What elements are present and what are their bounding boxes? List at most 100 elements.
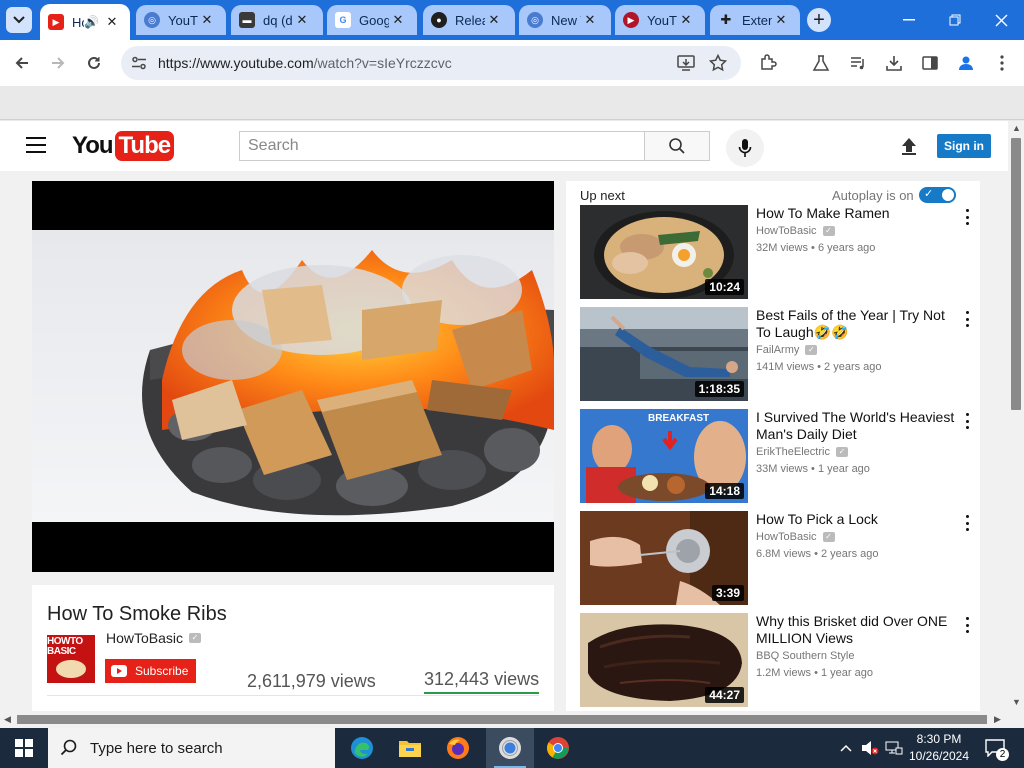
back-button[interactable] (9, 50, 35, 76)
start-button[interactable] (0, 728, 48, 768)
video-thumbnail[interactable]: BREAKFAST 14:18 (580, 409, 748, 503)
upload-button[interactable] (897, 134, 921, 158)
tab-youtube[interactable]: ◎ YouTube ✕ (136, 5, 226, 35)
video-player[interactable] (32, 181, 554, 572)
channel-name[interactable]: HowToBasic ✓ (756, 531, 835, 543)
tab-releases[interactable]: ● Releases ✕ (423, 5, 515, 35)
search-input[interactable]: Search (239, 131, 645, 161)
video-thumbnail[interactable]: 44:27 (580, 613, 748, 707)
downloads-button[interactable] (881, 50, 907, 76)
channel-name[interactable]: FailArmy ✓ (756, 344, 818, 356)
tab-new-tab[interactable]: ◎ New Tab ✕ (519, 5, 611, 35)
video-thumbnail[interactable]: 10:24 (580, 205, 748, 299)
new-tab-button[interactable]: + (807, 8, 831, 32)
tab-title: YouTube (168, 12, 198, 28)
scroll-down-icon[interactable]: ▼ (1012, 697, 1021, 707)
bookmark-star-icon[interactable] (709, 54, 727, 72)
close-icon[interactable]: ✕ (772, 11, 790, 29)
volume-button[interactable] (859, 728, 881, 768)
close-icon[interactable]: ✕ (198, 11, 216, 29)
channel-name[interactable]: HowToBasic ✓ (756, 225, 835, 237)
close-icon[interactable]: ✕ (485, 11, 503, 29)
list-item[interactable]: 1:18:35 Best Fails of the Year | Try Not… (580, 307, 980, 401)
scrollbar-thumb[interactable] (17, 715, 987, 724)
tab-extensions[interactable]: ✚ Extensions ✕ (710, 5, 800, 35)
subscribe-button[interactable]: Subscribe (105, 659, 196, 683)
forward-button[interactable] (45, 50, 71, 76)
close-icon[interactable]: ✕ (581, 11, 599, 29)
more-vert-icon[interactable] (964, 515, 970, 531)
extensions-button[interactable] (755, 50, 781, 76)
close-icon[interactable]: ✕ (677, 11, 695, 29)
firefox-icon (447, 737, 469, 759)
taskbar-clock[interactable]: 8:30 PM 10/26/2024 (905, 731, 973, 765)
scroll-up-icon[interactable]: ▲ (1012, 123, 1021, 133)
notification-center-button[interactable]: 2 (980, 728, 1010, 768)
list-item[interactable]: 3:39 How To Pick a Lock HowToBasic ✓ 6.8M… (580, 511, 980, 605)
profile-button[interactable] (953, 50, 979, 76)
minimize-button[interactable] (886, 0, 932, 40)
labs-button[interactable] (808, 50, 834, 76)
network-button[interactable] (884, 728, 904, 768)
channel-avatar[interactable]: HOWTO BASIC (47, 635, 95, 683)
menu-icon[interactable] (26, 137, 46, 153)
tab-how-to-smoke-ribs[interactable]: ▶ How To Smoke Ribs 🔊 ✕ (40, 4, 130, 40)
video-frame[interactable] (32, 230, 554, 522)
autoplay-toggle[interactable] (919, 187, 956, 203)
taskbar-app-chrome[interactable] (534, 728, 582, 768)
more-vert-icon[interactable] (964, 413, 970, 429)
taskbar-app-edge[interactable] (338, 728, 386, 768)
scroll-left-icon[interactable]: ◀ (4, 714, 11, 725)
side-panel-button[interactable] (917, 50, 943, 76)
media-controls-button[interactable] (845, 50, 871, 76)
youtube-logo[interactable]: You Tube (72, 131, 175, 161)
video-thumbnail[interactable]: 1:18:35 (580, 307, 748, 401)
more-vert-icon[interactable] (964, 209, 970, 225)
close-icon[interactable]: ✕ (103, 13, 121, 31)
video-thumbnail[interactable]: 3:39 (580, 511, 748, 605)
tab-youtube-2[interactable]: ▶ YouTube ✕ (615, 5, 705, 35)
horizontal-scrollbar[interactable]: ◀ ▶ (0, 711, 1024, 728)
channel-name[interactable]: ErikTheElectric ✓ (756, 446, 848, 458)
list-item[interactable]: 10:24 How To Make Ramen HowToBasic ✓ 32M … (580, 205, 980, 299)
vertical-scrollbar[interactable]: ▲ ▼ (1008, 121, 1024, 711)
verified-icon: ✓ (189, 633, 202, 643)
close-icon[interactable]: ✕ (293, 11, 311, 29)
speaker-icon[interactable]: 🔊 (84, 15, 99, 29)
video-title[interactable]: How To Pick a Lock (756, 511, 956, 528)
taskbar-app-file-explorer[interactable] (386, 728, 434, 768)
microphone-icon (738, 139, 752, 157)
channel-name[interactable]: HowToBasic ✓ (106, 630, 202, 646)
list-item[interactable]: 44:27 Why this Brisket did Over ONE MILL… (580, 613, 980, 707)
search-button[interactable] (644, 131, 710, 161)
chrome-menu-button[interactable] (989, 50, 1015, 76)
video-title[interactable]: How To Make Ramen (756, 205, 956, 222)
taskbar-search-box[interactable]: Type here to search (48, 728, 335, 768)
tab-dq[interactable]: ▬ dq (discussion) ✕ (231, 5, 323, 35)
more-vert-icon[interactable] (964, 311, 970, 327)
avatar-text: HOWTO BASIC (47, 636, 83, 657)
reload-button[interactable] (81, 50, 107, 76)
video-title[interactable]: Why this Brisket did Over ONE MILLION Vi… (756, 613, 956, 647)
video-title[interactable]: Best Fails of the Year | Try Not To Laug… (756, 307, 956, 341)
video-title[interactable]: I Survived The World's Heaviest Man's Da… (756, 409, 956, 443)
list-item[interactable]: BREAKFAST 14:18 I Survived The World's H… (580, 409, 980, 503)
site-settings-icon[interactable] (131, 55, 147, 71)
close-window-button[interactable] (978, 0, 1024, 40)
tab-search-button[interactable] (6, 7, 32, 33)
channel-name[interactable]: BBQ Southern Style (756, 650, 854, 662)
more-vert-icon[interactable] (964, 617, 970, 633)
show-hidden-icons-button[interactable] (836, 728, 856, 768)
scroll-right-icon[interactable]: ▶ (994, 714, 1001, 725)
install-app-icon[interactable] (677, 55, 695, 71)
tab-google[interactable]: G Google ✕ (327, 5, 417, 35)
close-icon[interactable]: ✕ (389, 11, 407, 29)
taskbar-app-firefox[interactable] (434, 728, 482, 768)
egg-icon (56, 660, 86, 678)
voice-search-button[interactable] (726, 129, 764, 167)
address-bar[interactable]: https://www.youtube.com/watch?v=sIeYrczz… (121, 46, 741, 80)
taskbar-app-chrome-active[interactable] (486, 728, 534, 768)
restore-button[interactable] (932, 0, 978, 40)
scrollbar-thumb[interactable] (1011, 138, 1021, 410)
sign-in-button[interactable]: Sign in (937, 134, 991, 158)
